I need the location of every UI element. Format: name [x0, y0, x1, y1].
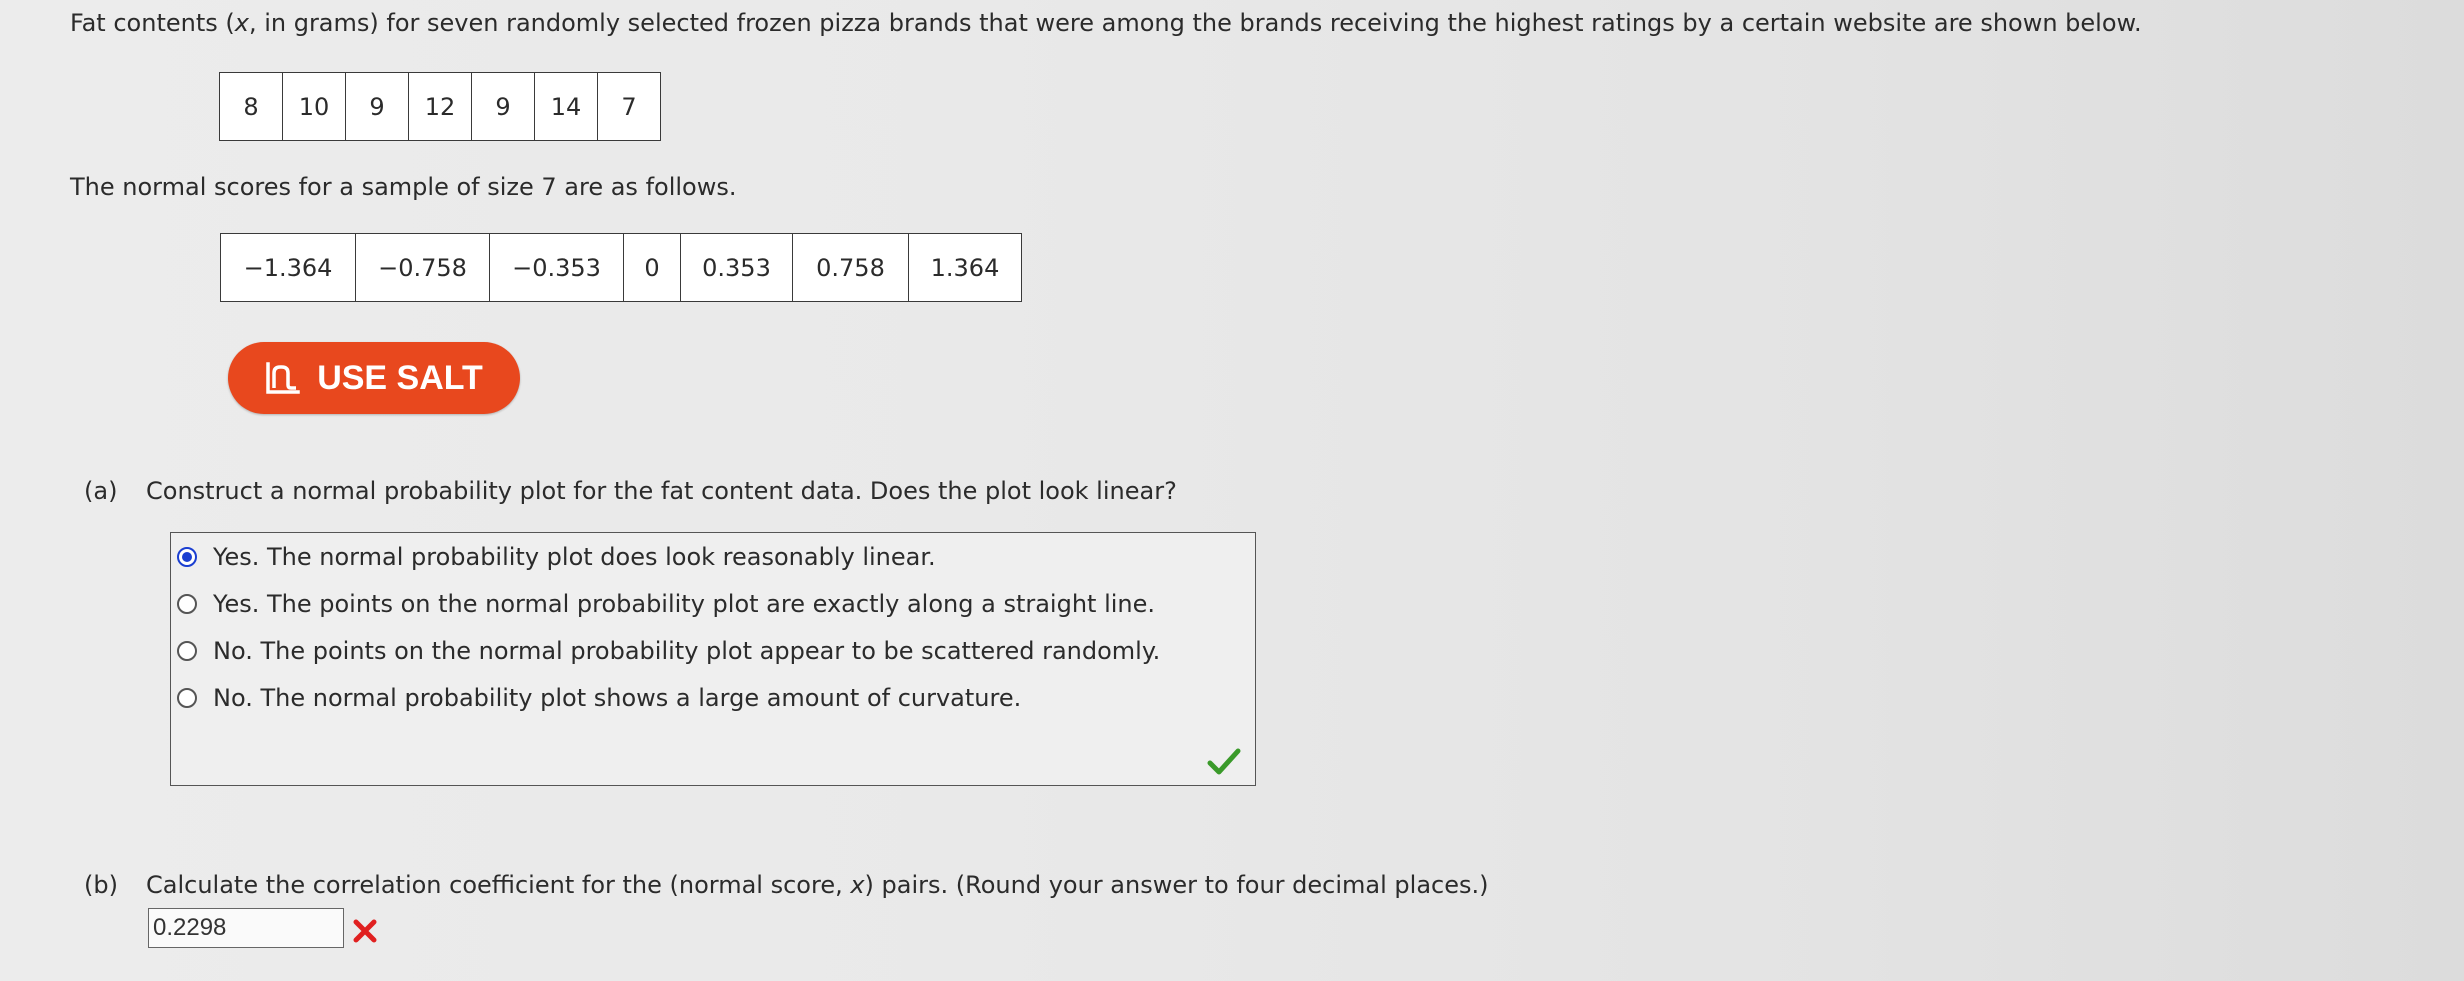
fat-value-cell: 9 [471, 72, 535, 141]
option-reasonably-linear[interactable]: Yes. The normal probability plot does lo… [177, 543, 936, 571]
problem-intro: Fat contents (x, in grams) for seven ran… [70, 8, 2142, 38]
option-scattered-randomly[interactable]: No. The points on the normal probability… [177, 637, 1160, 665]
use-salt-label: USE SALT [317, 358, 483, 397]
correlation-answer-input[interactable] [148, 908, 344, 948]
radio-button[interactable] [177, 688, 197, 708]
normal-score-cell: 1.364 [908, 233, 1022, 302]
normal-scores-table: −1.364 −0.758 −0.353 0 0.353 0.758 1.364 [220, 233, 1022, 302]
salt-icon [266, 362, 300, 394]
normal-score-cell: 0.758 [792, 233, 909, 302]
normal-score-cell: −1.364 [220, 233, 356, 302]
intro-text-end: , in grams) for seven randomly selected … [248, 9, 2142, 37]
fat-value-cell: 10 [282, 72, 346, 141]
table-row: −1.364 −0.758 −0.353 0 0.353 0.758 1.364 [220, 233, 1022, 302]
normal-score-cell: 0.353 [680, 233, 793, 302]
part-b-question-start: Calculate the correlation coefficient fo… [146, 871, 851, 899]
normal-scores-intro: The normal scores for a sample of size 7… [70, 173, 737, 201]
part-a-question: Construct a normal probability plot for … [146, 477, 1177, 505]
option-label: No. The normal probability plot shows a … [213, 684, 1022, 712]
intro-text-start: Fat contents ( [70, 9, 235, 37]
option-label: Yes. The points on the normal probabilit… [213, 590, 1156, 618]
option-large-curvature[interactable]: No. The normal probability plot shows a … [177, 684, 1021, 712]
radio-button[interactable] [177, 641, 197, 661]
fat-content-table: 8 10 9 12 9 14 7 [219, 72, 661, 141]
fat-value-cell: 12 [408, 72, 472, 141]
check-icon [1207, 748, 1241, 775]
variable-x: x [234, 9, 249, 37]
normal-score-cell: −0.353 [489, 233, 624, 302]
fat-value-cell: 7 [597, 72, 661, 141]
x-icon [353, 919, 377, 943]
radio-button[interactable] [177, 594, 197, 614]
option-exactly-straight[interactable]: Yes. The points on the normal probabilit… [177, 590, 1155, 618]
option-label: No. The points on the normal probability… [213, 637, 1161, 665]
part-a-label: (a) [84, 477, 118, 505]
use-salt-button[interactable]: USE SALT [228, 342, 520, 414]
variable-x: x [850, 871, 865, 899]
part-a-answer-options: Yes. The normal probability plot does lo… [170, 532, 1256, 786]
normal-score-cell: 0 [623, 233, 681, 302]
option-label: Yes. The normal probability plot does lo… [213, 543, 936, 571]
part-b-label: (b) [84, 871, 118, 899]
table-row: 8 10 9 12 9 14 7 [219, 72, 661, 141]
fat-value-cell: 14 [534, 72, 598, 141]
fat-value-cell: 9 [345, 72, 409, 141]
normal-score-cell: −0.758 [355, 233, 490, 302]
part-b-question-end: ) pairs. (Round your answer to four deci… [864, 871, 1489, 899]
radio-button-selected[interactable] [177, 547, 197, 567]
fat-value-cell: 8 [219, 72, 283, 141]
part-b-question: Calculate the correlation coefficient fo… [146, 870, 1489, 900]
